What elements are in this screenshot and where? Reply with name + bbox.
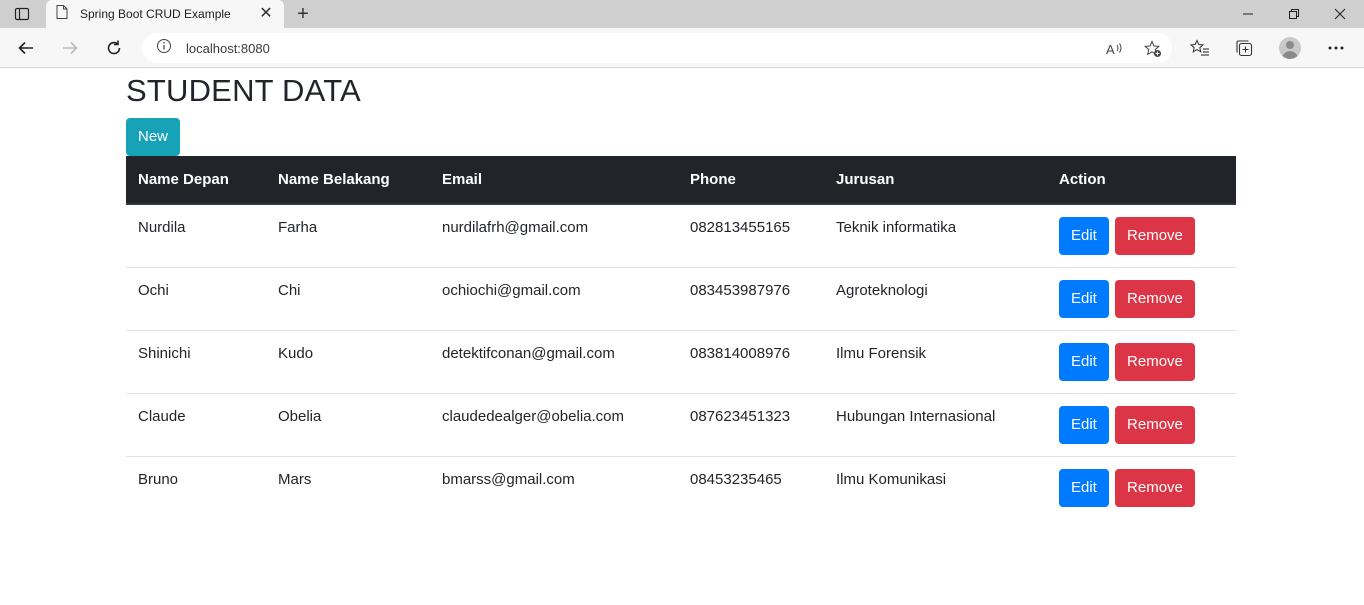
edit-button[interactable]: Edit xyxy=(1059,405,1109,444)
collections-icon[interactable] xyxy=(1232,36,1256,60)
remove-button[interactable]: Remove xyxy=(1115,342,1195,381)
header-phone: Phone xyxy=(678,156,824,205)
new-button[interactable]: New xyxy=(126,118,181,156)
cell-major: Ilmu Forensik xyxy=(836,344,927,362)
cell-last-name: Mars xyxy=(278,470,312,488)
tab-title: Spring Boot CRUD Example xyxy=(80,7,231,21)
cell-major: Teknik informatika xyxy=(836,219,957,236)
more-icon[interactable] xyxy=(1324,36,1348,60)
remove-button[interactable]: Remove xyxy=(1115,468,1195,507)
svg-text:A: A xyxy=(1106,42,1115,57)
cell-last-name: Obelia xyxy=(278,407,322,425)
table-row: Claude Obelia claudedealger@obelia.com 0… xyxy=(126,393,1236,456)
cell-first-name: Ochi xyxy=(138,281,169,299)
url-text[interactable]: localhost:8080 xyxy=(186,41,270,56)
read-aloud-icon[interactable]: A xyxy=(1104,38,1126,60)
cell-action: Edit Remove xyxy=(1047,330,1236,393)
back-icon[interactable] xyxy=(12,34,40,62)
cell-last-name: Farha xyxy=(278,219,318,236)
cell-action: Edit Remove xyxy=(1047,456,1236,519)
cell-action: Edit Remove xyxy=(1047,204,1236,267)
cell-email: detektifconan@gmail.com xyxy=(442,344,615,362)
cell-phone: 083814008976 xyxy=(690,344,791,362)
minimize-icon[interactable] xyxy=(1226,0,1270,28)
cell-phone: 082813455165 xyxy=(690,219,791,236)
page-content: STUDENT DATA New Name Depan Name Belakan… xyxy=(126,68,1236,519)
cell-first-name: Shinichi xyxy=(138,344,191,362)
restore-icon[interactable] xyxy=(1272,0,1316,28)
cell-email: nurdilafrh@gmail.com xyxy=(442,219,589,236)
cell-phone: 083453987976 xyxy=(690,281,791,299)
cell-email: ochiochi@gmail.com xyxy=(442,281,581,299)
cell-action: Edit Remove xyxy=(1047,267,1236,330)
browser-toolbar: localhost:8080 A xyxy=(0,28,1364,68)
page-icon xyxy=(56,4,68,24)
cell-major: Agroteknologi xyxy=(836,281,928,299)
info-icon[interactable] xyxy=(156,38,172,59)
plus-icon[interactable]: + xyxy=(292,3,314,25)
header-name-belakang: Name Belakang xyxy=(266,156,430,205)
window-close-icon[interactable] xyxy=(1318,0,1362,28)
cell-action: Edit Remove xyxy=(1047,393,1236,456)
add-favorite-icon[interactable] xyxy=(1142,38,1164,60)
header-jurusan: Jurusan xyxy=(824,156,1047,205)
remove-button[interactable]: Remove xyxy=(1115,405,1195,444)
edit-button[interactable]: Edit xyxy=(1059,217,1109,255)
cell-major: Ilmu Komunikasi xyxy=(836,470,947,488)
table-row: Ochi Chi ochiochi@gmail.com 083453987976… xyxy=(126,267,1236,330)
edit-button[interactable]: Edit xyxy=(1059,279,1109,318)
header-email: Email xyxy=(430,156,678,205)
table-row: Nurdila Farha nurdilafrh@gmail.com 08281… xyxy=(126,204,1236,267)
header-action: Action xyxy=(1047,156,1236,205)
page-title: STUDENT DATA xyxy=(126,73,361,108)
tab-strip: Spring Boot CRUD Example ✕ + xyxy=(0,0,1364,28)
favorites-icon[interactable] xyxy=(1188,36,1212,60)
tab-actions-icon[interactable] xyxy=(8,4,36,24)
browser-tab[interactable]: Spring Boot CRUD Example ✕ xyxy=(46,0,284,28)
cell-first-name: Bruno xyxy=(138,470,179,488)
cell-first-name: Claude xyxy=(138,407,186,425)
remove-button[interactable]: Remove xyxy=(1115,217,1195,255)
edit-button[interactable]: Edit xyxy=(1059,468,1109,507)
remove-button[interactable]: Remove xyxy=(1115,279,1195,318)
table-row: Shinichi Kudo detektifconan@gmail.com 08… xyxy=(126,330,1236,393)
cell-major: Hubungan Internasional xyxy=(836,407,996,425)
refresh-icon[interactable] xyxy=(100,34,128,62)
cell-phone: 08453235465 xyxy=(690,470,782,488)
cell-first-name: Nurdila xyxy=(138,219,186,236)
table-row: Bruno Mars bmarss@gmail.com 08453235465 … xyxy=(126,456,1236,519)
forward-icon[interactable] xyxy=(56,34,84,62)
header-name-depan: Name Depan xyxy=(126,156,266,205)
cell-last-name: Chi xyxy=(278,281,301,299)
cell-email: claudedealger@obelia.com xyxy=(442,407,625,425)
cell-last-name: Kudo xyxy=(278,344,314,362)
close-icon[interactable]: ✕ xyxy=(258,6,274,22)
edit-button[interactable]: Edit xyxy=(1059,342,1109,381)
cell-email: bmarss@gmail.com xyxy=(442,470,575,488)
address-bar[interactable]: localhost:8080 A xyxy=(142,33,1172,63)
cell-phone: 087623451323 xyxy=(690,407,791,425)
profile-icon[interactable] xyxy=(1278,36,1302,60)
student-table: Name Depan Name Belakang Email Phone Jur… xyxy=(126,156,1236,519)
table-header-row: Name Depan Name Belakang Email Phone Jur… xyxy=(126,156,1236,205)
